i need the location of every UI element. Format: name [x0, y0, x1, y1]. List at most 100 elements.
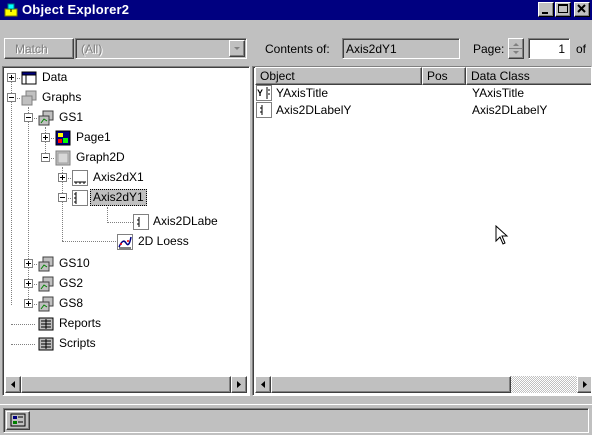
contents-list-pane[interactable]: Object Pos Data Class Y YAxisTitle YAxis…: [252, 66, 592, 396]
status-panel: [3, 408, 589, 433]
arrow-left-icon: [6, 377, 20, 392]
collapse-icon[interactable]: [41, 153, 50, 162]
match-button-label: Match: [15, 42, 48, 56]
page-spinner[interactable]: [508, 38, 524, 59]
collapse-icon[interactable]: [7, 93, 16, 102]
tree-item-label: Reports: [57, 315, 103, 332]
loess-plot-icon: [117, 234, 133, 250]
tree-item-gs10[interactable]: GS10: [3, 255, 243, 273]
scroll-thumb[interactable]: [271, 376, 511, 393]
expand-icon[interactable]: [24, 259, 33, 268]
close-icon: [575, 3, 589, 16]
tree-item-reports[interactable]: Reports: [3, 315, 243, 333]
page-label: Page:: [473, 42, 504, 56]
close-button[interactable]: [574, 2, 590, 17]
tree-item-label: GS2: [57, 275, 85, 292]
tree-pane[interactable]: Data Graphs GS1 Page1 Graph2D: [2, 66, 250, 396]
title-bar[interactable]: Object Explorer2: [0, 0, 592, 20]
column-header-pos[interactable]: Pos: [422, 67, 466, 85]
mouse-cursor-icon: [495, 225, 509, 247]
tree-item-axis2dx1[interactable]: Axis2dX1: [3, 169, 243, 187]
tree-item-axis2dy1[interactable]: Axis2dY1: [3, 189, 243, 207]
tree-item-scripts[interactable]: Scripts: [3, 335, 243, 353]
tree-item-label: 2D Loess: [136, 233, 191, 250]
tree-item-graphs[interactable]: Graphs: [3, 89, 243, 107]
contents-label: Contents of:: [265, 42, 330, 56]
expand-icon[interactable]: [24, 299, 33, 308]
object-explorer-icon: [4, 3, 18, 17]
maximize-button[interactable]: [555, 2, 571, 17]
column-header-data-class[interactable]: Data Class: [466, 67, 592, 85]
column-header-object[interactable]: Object: [255, 67, 422, 85]
tree-item-graph2d[interactable]: Graph2D: [3, 149, 243, 167]
tree-item-gs8[interactable]: GS8: [3, 295, 243, 313]
tree-item-page1[interactable]: Page1: [3, 129, 243, 147]
collapse-icon[interactable]: [58, 193, 67, 202]
spinner-arrows-icon: [509, 39, 523, 58]
scroll-left-button[interactable]: [5, 376, 21, 393]
y-axis-icon: [72, 190, 88, 206]
list-item-object: YAxisTitle: [276, 85, 328, 101]
collapse-icon[interactable]: [24, 113, 33, 122]
graphs-folder-icon: [21, 90, 37, 106]
tree-horizontal-scrollbar[interactable]: [5, 376, 247, 393]
reports-icon: [38, 316, 54, 332]
scroll-right-button[interactable]: [231, 376, 247, 393]
expand-icon[interactable]: [7, 73, 16, 82]
tree-item-label: Graph2D: [74, 149, 127, 166]
axis-label-icon: [133, 214, 149, 230]
list-item[interactable]: Axis2DLabelY Axis2DLabelY: [256, 102, 591, 118]
tree-view-icon: [10, 413, 26, 428]
minimize-button[interactable]: [538, 2, 554, 17]
tree-item-gs1[interactable]: GS1: [3, 109, 243, 127]
match-select[interactable]: (All): [75, 38, 247, 59]
data-icon: [21, 70, 37, 86]
tree-item-label: Axis2dY1: [90, 189, 147, 206]
tree-item-label: GS1: [57, 109, 85, 126]
minimize-icon: [539, 3, 553, 16]
tree-item-label: Data: [40, 69, 69, 86]
tree-item-label: GS10: [57, 255, 92, 272]
graph-sheet-icon: [38, 296, 54, 312]
svg-text:Y: Y: [257, 88, 263, 98]
contents-value: Axis2dY1: [346, 42, 397, 56]
scroll-left-button[interactable]: [255, 376, 271, 393]
match-button[interactable]: Match: [4, 38, 74, 59]
list-item[interactable]: Y YAxisTitle YAxisTitle: [256, 85, 591, 101]
arrow-right-icon: [578, 377, 592, 392]
scroll-thumb[interactable]: [21, 376, 231, 393]
graph-sheet-icon: [38, 256, 54, 272]
expand-icon[interactable]: [58, 173, 67, 182]
axis-label-icon: [256, 102, 272, 118]
arrow-right-icon: [232, 377, 246, 392]
chevron-down-icon: [230, 41, 244, 56]
tree-item-label: Axis2DLabe: [151, 213, 220, 230]
graph-sheet-icon: [38, 110, 54, 126]
x-axis-icon: [72, 170, 88, 186]
tree-item-data[interactable]: Data: [3, 69, 243, 87]
match-select-value: (All): [81, 42, 102, 56]
graph2d-icon: [55, 150, 71, 166]
list-item-data-class: YAxisTitle: [472, 85, 524, 101]
match-dropdown-button[interactable]: [229, 40, 245, 57]
arrow-left-icon: [256, 377, 270, 392]
expand-icon[interactable]: [24, 279, 33, 288]
scroll-right-button[interactable]: [577, 376, 592, 393]
scripts-icon: [38, 336, 54, 352]
list-horizontal-scrollbar[interactable]: [255, 376, 592, 393]
tree-item-label: GS8: [57, 295, 85, 312]
status-bar: [0, 404, 592, 435]
scroll-track[interactable]: [511, 376, 577, 393]
graph-sheet-icon: [38, 276, 54, 292]
page-icon: [55, 130, 71, 146]
window-title: Object Explorer2: [22, 2, 129, 17]
page-of-label: of: [576, 42, 586, 56]
status-toggle-button[interactable]: [6, 411, 30, 430]
list-item-data-class: Axis2DLabelY: [472, 102, 547, 118]
page-number-field[interactable]: 1: [528, 38, 570, 59]
expand-icon[interactable]: [41, 133, 50, 142]
tree-item-axis2dlabel[interactable]: Axis2DLabe: [3, 213, 250, 231]
tree-item-gs2[interactable]: GS2: [3, 275, 243, 293]
tree-item-2d-loess[interactable]: 2D Loess: [3, 233, 243, 251]
contents-field: Axis2dY1: [342, 38, 460, 59]
